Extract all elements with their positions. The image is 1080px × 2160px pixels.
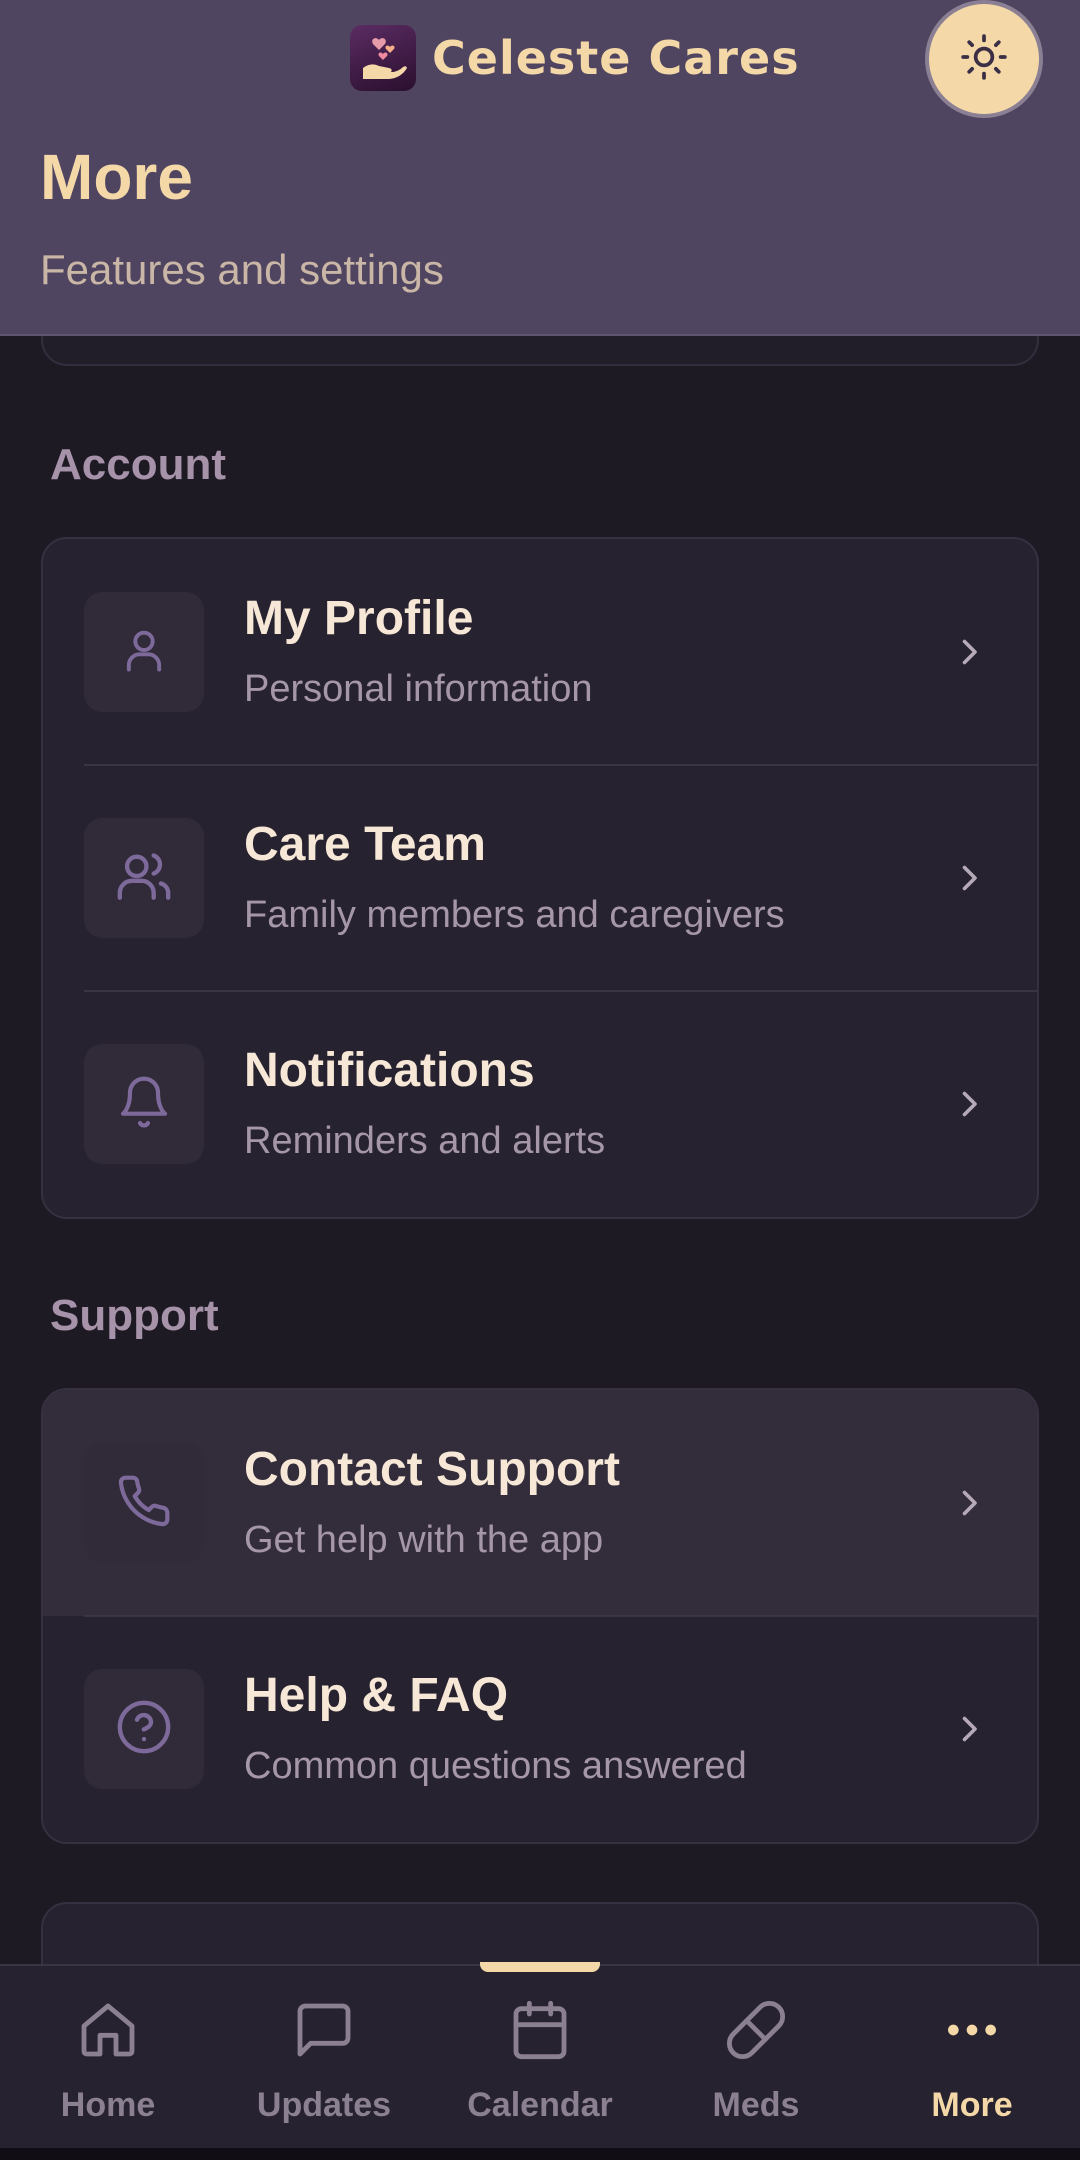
page-header: Celeste Cares More Features and settings	[0, 0, 1080, 336]
nav-label: Updates	[256, 2086, 392, 2124]
nav-label: Calendar	[467, 2086, 613, 2124]
menu-item-contact-support[interactable]: Contact Support Get help with the app	[43, 1390, 1037, 1616]
nav-label: Home	[60, 2086, 156, 2124]
app-screen: Celeste Cares More Features and settings…	[0, 0, 1080, 2160]
phone-icon	[116, 1473, 172, 1534]
menu-item-subtitle: Common questions answered	[244, 1745, 747, 1787]
nav-item-updates[interactable]: Updates	[216, 1966, 432, 2160]
pill-icon	[724, 1994, 788, 2066]
calendar-icon	[508, 1994, 572, 2066]
section-label-support: Support	[50, 1291, 219, 1340]
page-title: More	[40, 141, 193, 213]
home-icon	[76, 1994, 140, 2066]
app-logo	[350, 25, 416, 91]
system-bar	[0, 2148, 1080, 2160]
menu-item-subtitle: Reminders and alerts	[244, 1120, 606, 1162]
nav-label: More	[931, 2086, 1013, 2124]
message-icon	[292, 1994, 356, 2066]
page-subtitle: Features and settings	[40, 246, 444, 293]
users-icon	[115, 847, 173, 910]
menu-item-title: Contact Support	[244, 1443, 620, 1496]
menu-item-subtitle: Family members and caregivers	[244, 894, 785, 936]
chevron-right-icon	[949, 1482, 989, 1524]
user-icon	[118, 624, 170, 681]
chevron-right-icon	[949, 1083, 989, 1125]
menu-item-title: Help & FAQ	[244, 1669, 509, 1722]
account-card: My Profile Personal information Care Tea…	[41, 537, 1039, 1219]
support-card: Contact Support Get help with the app He…	[41, 1388, 1039, 1844]
menu-item-title: Notifications	[244, 1044, 535, 1097]
menu-item-my-profile[interactable]: My Profile Personal information	[43, 539, 1037, 765]
nav-item-home[interactable]: Home	[0, 1966, 216, 2160]
menu-item-subtitle: Get help with the app	[244, 1519, 604, 1561]
menu-item-title: Care Team	[244, 818, 486, 871]
nav-label: Meds	[712, 2086, 800, 2124]
nav-item-calendar[interactable]: Calendar	[432, 1966, 648, 2160]
nav-item-more[interactable]: More	[864, 1966, 1080, 2160]
chevron-right-icon	[949, 1708, 989, 1750]
section-label-account: Account	[50, 440, 226, 489]
chevron-right-icon	[949, 857, 989, 899]
brand: Celeste Cares	[350, 25, 800, 91]
more-icon	[940, 1994, 1004, 2066]
menu-item-subtitle: Personal information	[244, 668, 593, 710]
chevron-right-icon	[949, 631, 989, 673]
menu-item-notifications[interactable]: Notifications Reminders and alerts	[43, 990, 1037, 1217]
menu-item-help-faq[interactable]: Help & FAQ Common questions answered	[43, 1615, 1037, 1842]
theme-toggle-button[interactable]	[925, 0, 1043, 118]
app-name: Celeste Cares	[432, 31, 800, 85]
menu-item-title: My Profile	[244, 592, 474, 645]
bottom-nav: Home Updates Calendar Meds More	[0, 1962, 1080, 2160]
bell-icon	[116, 1074, 172, 1135]
help-circle-icon	[115, 1698, 173, 1761]
menu-item-care-team[interactable]: Care Team Family members and caregivers	[43, 764, 1037, 991]
nav-item-meds[interactable]: Meds	[648, 1966, 864, 2160]
sun-icon	[959, 32, 1009, 87]
